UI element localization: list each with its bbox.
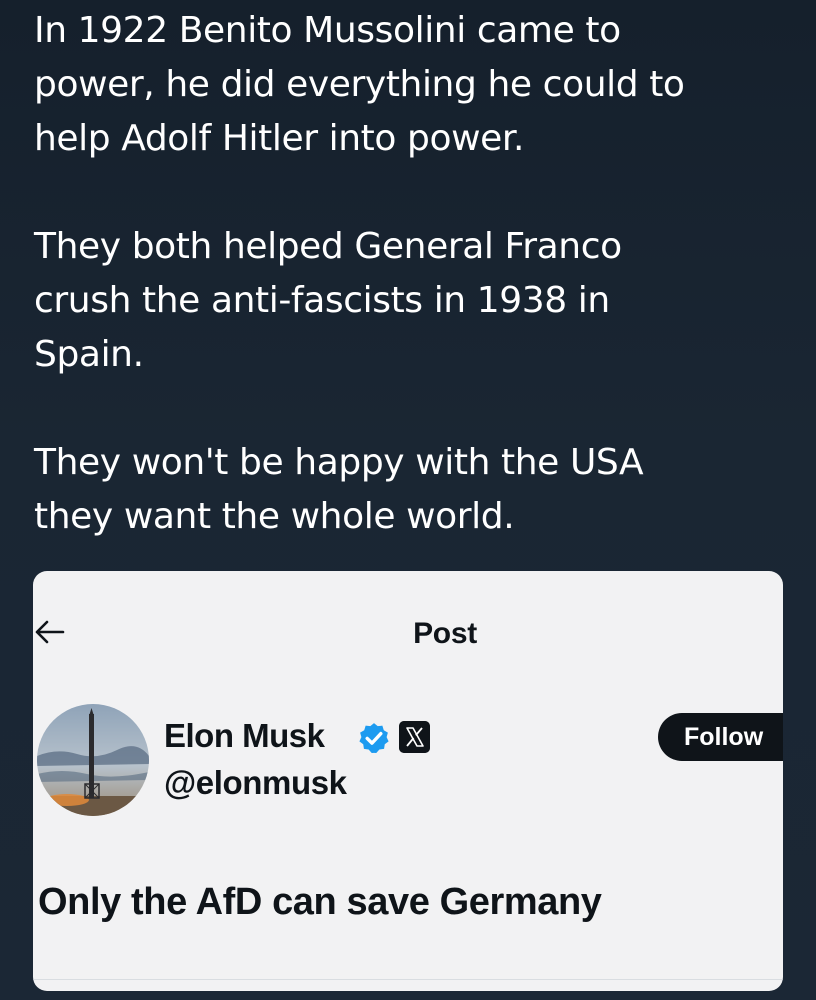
embedded-post-screenshot[interactable]: Post Elon Musk @elonmusk Follow Only the… xyxy=(33,571,783,991)
author-handle[interactable]: @elonmusk xyxy=(164,763,347,803)
tweet-text: Only the AfD can save Germany xyxy=(38,881,602,923)
verified-badge-icon xyxy=(359,723,389,754)
post-paragraph-1: In 1922 Benito Mussolini came to power, … xyxy=(34,4,794,166)
author-name[interactable]: Elon Musk xyxy=(164,716,325,756)
post-line: help Adolf Hitler into power. xyxy=(34,118,525,159)
post-line: They won't be happy with the USA xyxy=(34,442,644,483)
rocket-launch-avatar-image xyxy=(37,704,149,816)
post-line: power, he did everything he could to xyxy=(34,64,685,105)
post-line: Spain. xyxy=(34,334,144,375)
follow-button[interactable]: Follow xyxy=(658,713,783,761)
post-line: They both helped General Franco xyxy=(34,226,622,267)
x-logo-icon xyxy=(399,721,430,753)
post-paragraph-2: They both helped General Franco crush th… xyxy=(34,220,794,382)
post-line: they want the whole world. xyxy=(34,496,515,537)
post-line: In 1922 Benito Mussolini came to xyxy=(34,10,621,51)
post-body-text: In 1922 Benito Mussolini came to power, … xyxy=(34,4,794,544)
post-line: crush the anti-fascists in 1938 in xyxy=(34,280,610,321)
post-header: Post xyxy=(33,607,783,663)
post-paragraph-3: They won't be happy with the USA they wa… xyxy=(34,436,794,544)
post-header-title: Post xyxy=(413,617,477,650)
divider xyxy=(33,979,783,980)
avatar[interactable] xyxy=(37,704,149,816)
